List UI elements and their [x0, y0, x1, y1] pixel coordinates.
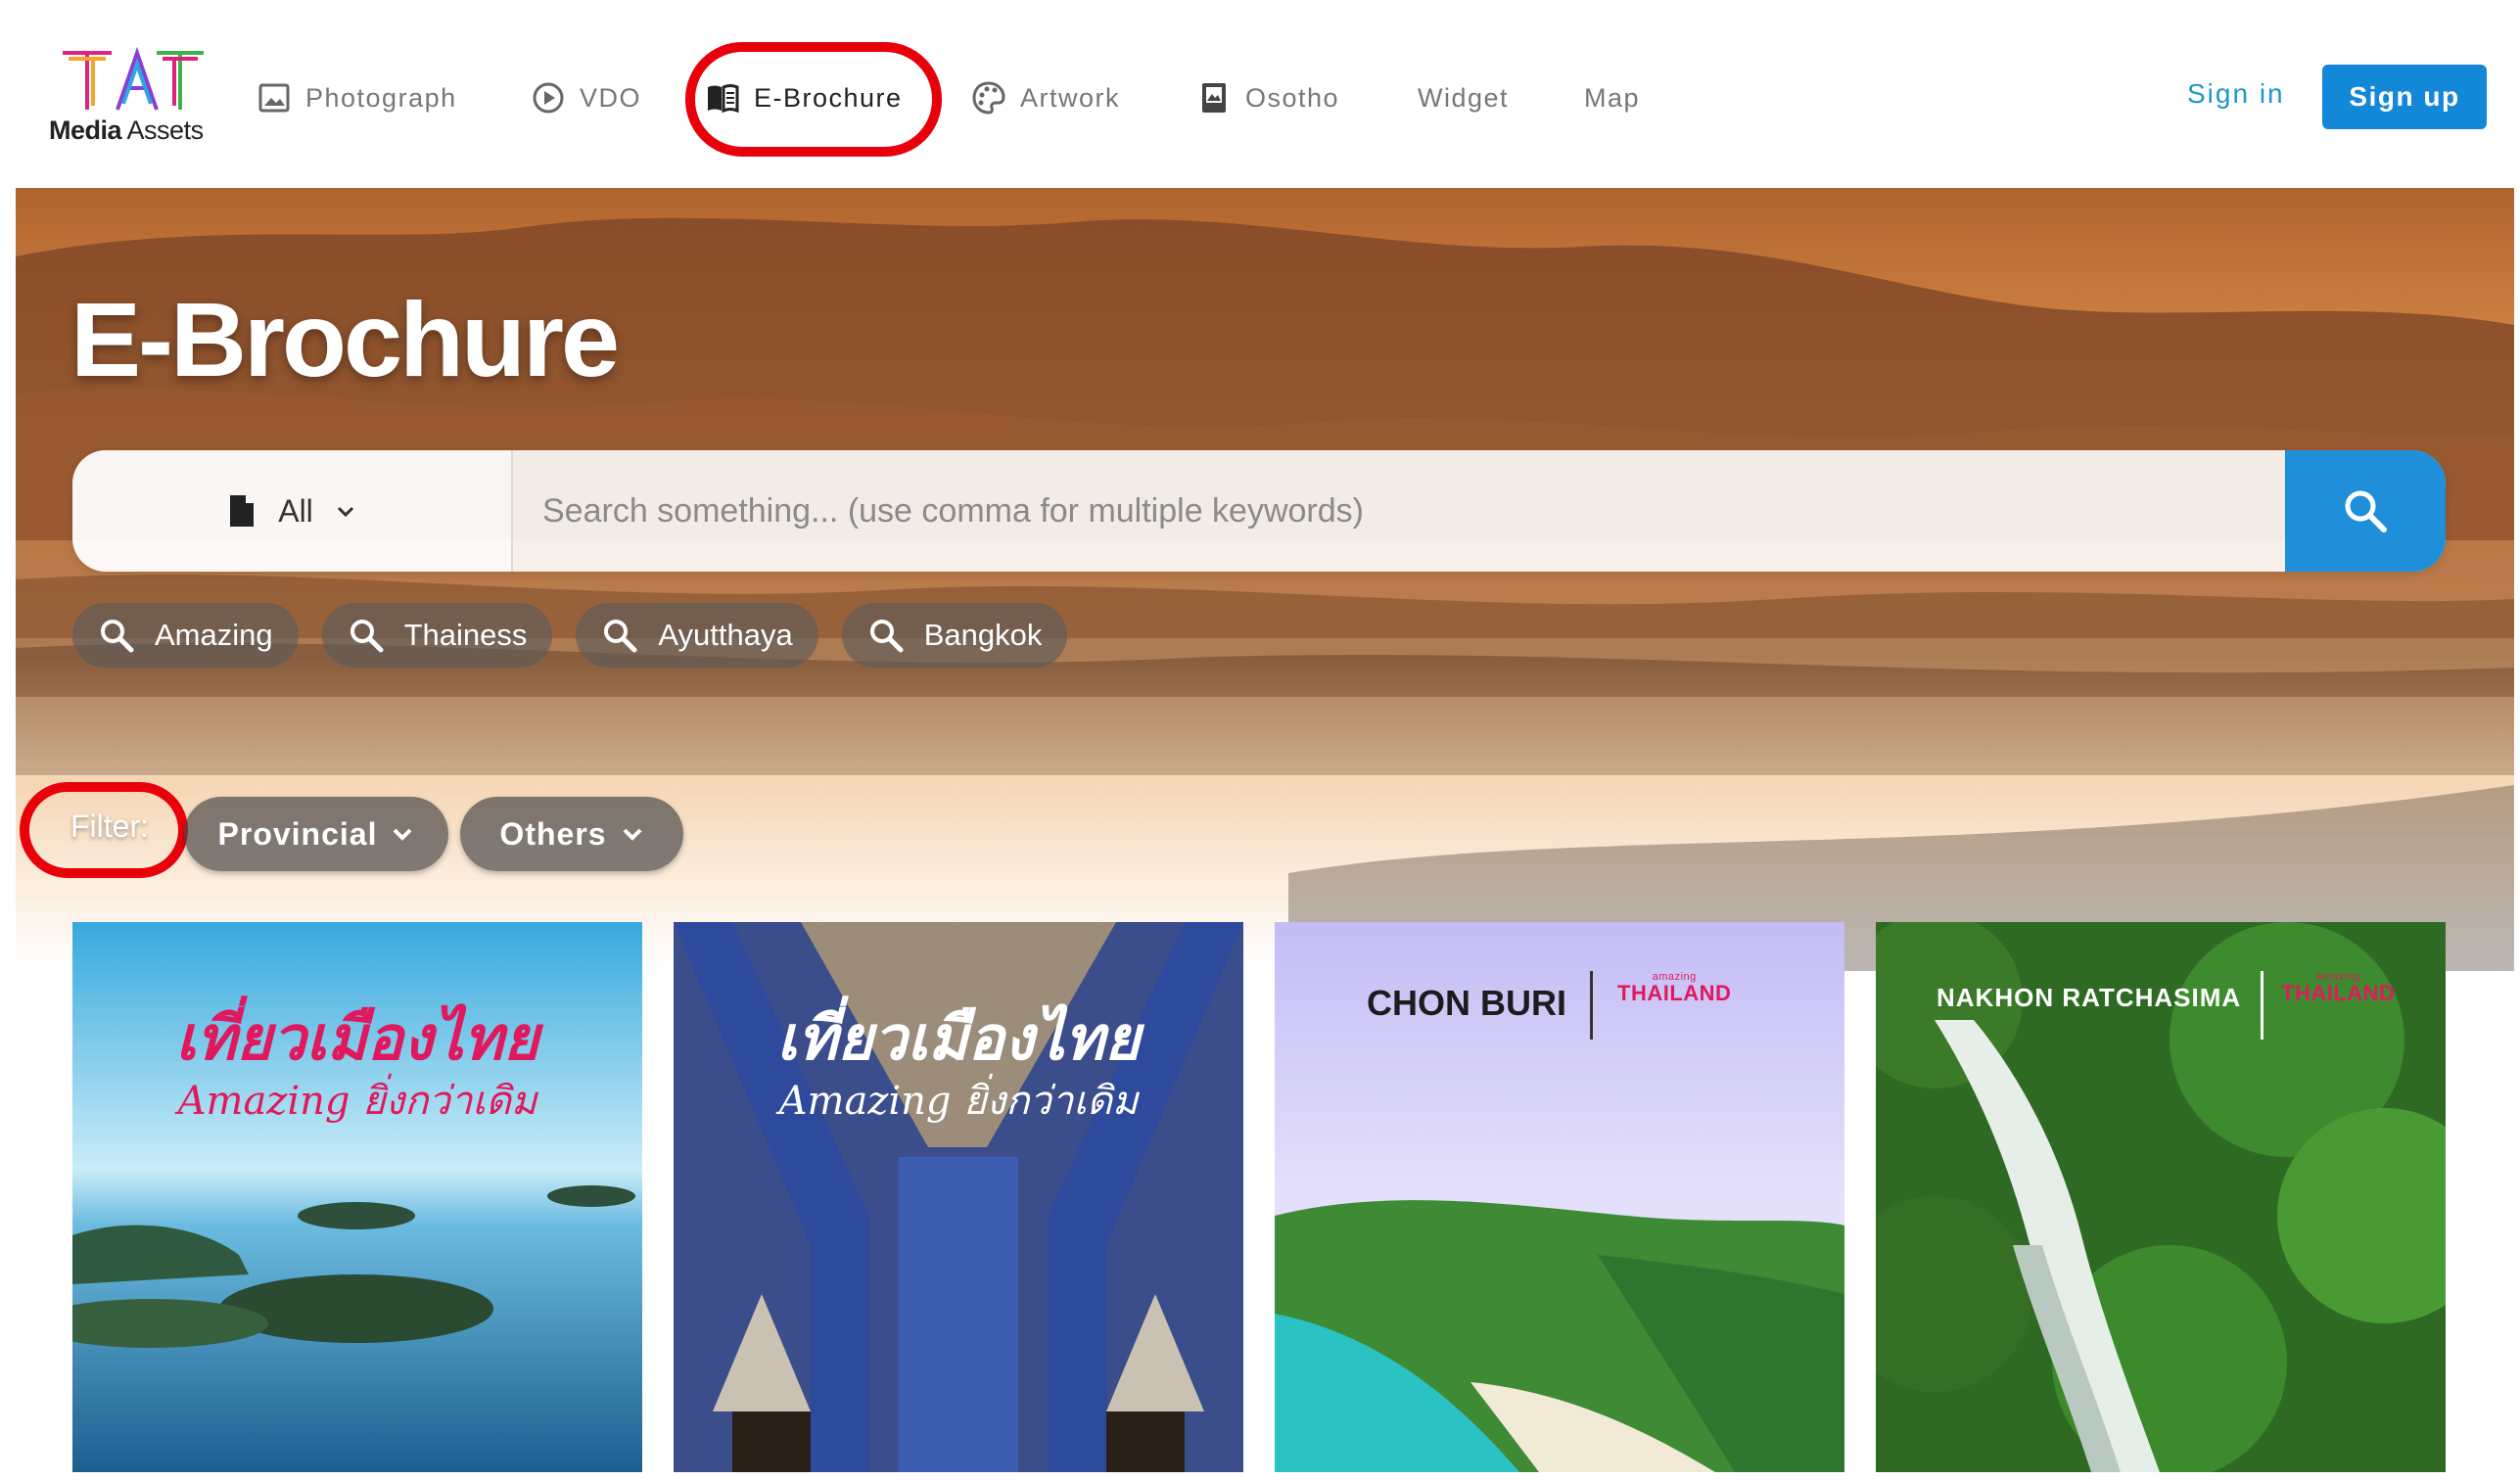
- hero-banner: E-Brochure All Amazing Thainess Ayutthay…: [16, 188, 2514, 971]
- search-type-dropdown[interactable]: All: [72, 450, 513, 572]
- chevron-down-icon: [623, 828, 641, 841]
- keyword-chip-amazing[interactable]: Amazing: [72, 603, 299, 668]
- search-button[interactable]: [2285, 450, 2446, 572]
- nav-photograph-label: Photograph: [305, 82, 457, 113]
- logo-wordmark: Media Assets: [49, 116, 204, 145]
- sign-in-link[interactable]: Sign in: [2187, 78, 2285, 110]
- filter-others-dropdown[interactable]: Others: [460, 797, 683, 871]
- nav-widget[interactable]: Widget: [1418, 69, 1509, 127]
- bookmark-photo-icon: [1202, 83, 1226, 113]
- keyword-chip-thainess[interactable]: Thainess: [321, 603, 553, 668]
- chevron-down-icon: [394, 828, 412, 841]
- filter-provincial-label: Provincial: [217, 815, 378, 852]
- play-circle-icon: [533, 82, 564, 114]
- palette-icon: [972, 81, 1005, 115]
- highlight-ring-e-brochure: [685, 42, 942, 157]
- image-icon: [258, 83, 290, 113]
- search-icon: [604, 620, 637, 653]
- highlight-ring-filter: [20, 782, 188, 878]
- keyword-chip-label: Thainess: [403, 618, 528, 652]
- search-icon: [869, 620, 904, 653]
- card-city-name: NAKHON RATCHASIMA: [1937, 983, 2242, 1012]
- keyword-chip-label: Bangkok: [923, 618, 1043, 652]
- nav-map-label: Map: [1584, 82, 1641, 113]
- card-subtitle: Amazing ยิ่งกว่าเดิม: [778, 1079, 1139, 1124]
- keyword-chip-label: Amazing: [155, 618, 273, 652]
- brochure-card-2[interactable]: เที่ยวเมืองไทย Amazing ยิ่งกว่าเดิม: [674, 922, 1243, 1472]
- search-input[interactable]: [515, 450, 2285, 572]
- nav-artwork-label: Artwork: [1020, 82, 1121, 113]
- search-bar: All: [72, 450, 2446, 572]
- page-title: E-Brochure: [70, 280, 620, 398]
- card-city-name: CHON BURI: [1367, 983, 1566, 1023]
- nav-artwork[interactable]: Artwork: [971, 69, 1120, 127]
- nav-osotho[interactable]: Osotho: [1196, 69, 1339, 127]
- brochure-card-1[interactable]: เที่ยวเมืองไทย Amazing ยิ่งกว่าเดิม: [72, 922, 642, 1472]
- nav-widget-label: Widget: [1418, 82, 1510, 113]
- nav-photograph[interactable]: Photograph: [257, 69, 457, 127]
- amazing-thailand-logo: amazing THAILAND: [2281, 971, 2396, 1005]
- search-icon: [350, 620, 384, 653]
- card-subtitle: Amazing ยิ่งกว่าเดิม: [177, 1079, 537, 1124]
- keyword-chip-label: Ayutthaya: [658, 618, 793, 652]
- filter-others-label: Others: [499, 815, 607, 852]
- search-type-value: All: [278, 492, 313, 529]
- suggested-keywords: Amazing Thainess Ayutthaya Bangkok: [72, 603, 1068, 668]
- sign-up-button[interactable]: Sign up: [2322, 65, 2487, 129]
- top-navbar: Media Assets Photograph VDO E-Brochure A…: [0, 0, 2520, 188]
- tat-media-assets-logo[interactable]: Media Assets: [49, 47, 225, 150]
- divider: [2261, 971, 2263, 1040]
- chevron-down-icon: [337, 506, 353, 518]
- brochure-card-nakhon-ratchasima[interactable]: NAKHON RATCHASIMA amazing THAILAND: [1876, 922, 2446, 1472]
- keyword-chip-ayutthaya[interactable]: Ayutthaya: [576, 603, 818, 668]
- filter-provincial-dropdown[interactable]: Provincial: [184, 797, 448, 871]
- nav-vdo-label: VDO: [580, 82, 642, 113]
- nav-map[interactable]: Map: [1584, 69, 1640, 127]
- file-icon: [230, 495, 255, 527]
- amazing-thailand-logo: amazing THAILAND: [1617, 971, 1732, 1005]
- search-icon: [101, 620, 134, 653]
- tat-logo-mark: [63, 47, 204, 111]
- nav-osotho-label: Osotho: [1245, 82, 1340, 113]
- brochure-card-chon-buri[interactable]: CHON BURI amazing THAILAND: [1275, 922, 1844, 1472]
- keyword-chip-bangkok[interactable]: Bangkok: [841, 603, 1068, 668]
- search-icon: [2345, 490, 2387, 532]
- divider: [1590, 971, 1593, 1040]
- nav-vdo[interactable]: VDO: [531, 69, 641, 127]
